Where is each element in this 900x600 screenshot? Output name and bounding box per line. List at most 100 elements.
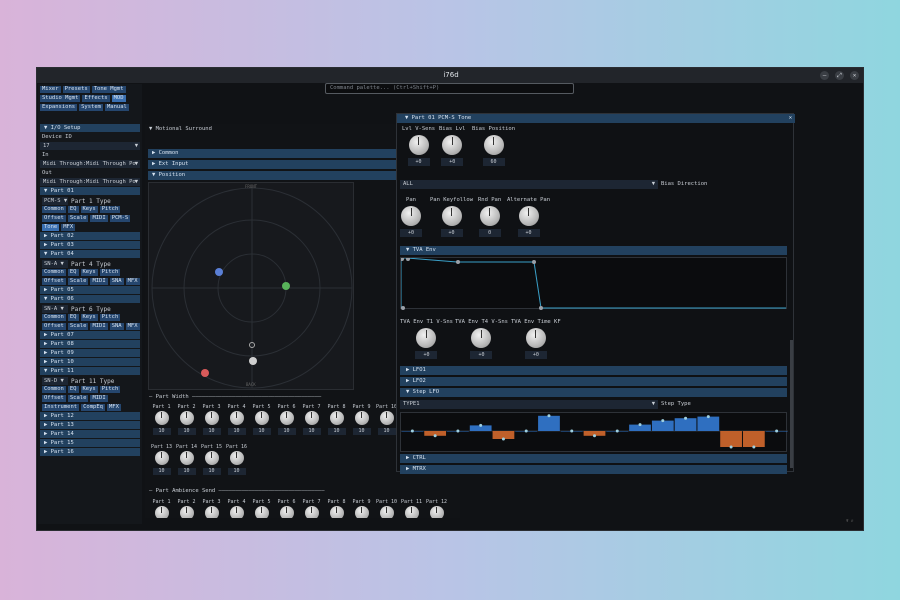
part-width-knob[interactable]: Part 13 10 — [149, 443, 174, 483]
knob-dial[interactable] — [471, 328, 492, 348]
knob-value[interactable]: 10 — [327, 428, 346, 435]
step-bar[interactable] — [538, 415, 560, 431]
menu-expansions[interactable]: Expansions — [40, 104, 78, 111]
knob-value[interactable]: 10 — [152, 468, 171, 475]
instrument-button[interactable]: Instrument — [42, 404, 80, 411]
knob-dial[interactable] — [525, 328, 546, 348]
ambience-knob[interactable]: Part 12 — [424, 498, 449, 518]
step-handle[interactable] — [752, 445, 756, 449]
step-handle[interactable] — [615, 429, 619, 433]
knob-dial[interactable] — [441, 206, 462, 226]
offset-button[interactable]: Offset — [42, 278, 66, 285]
knob-value[interactable]: +0 — [407, 158, 430, 166]
step-handle[interactable] — [456, 429, 460, 433]
step-handle[interactable] — [684, 416, 688, 420]
ambience-knob[interactable]: Part 8 — [324, 498, 349, 518]
knob-dial[interactable] — [179, 451, 194, 465]
part-10-header[interactable]: ▶ Part 10 — [40, 358, 140, 366]
knob-value[interactable]: 0 — [478, 229, 501, 237]
knob-value[interactable]: 10 — [177, 468, 196, 475]
part-04-header[interactable]: ▼ Part 04 — [40, 250, 140, 258]
part-12-header[interactable]: ▶ Part 12 — [40, 412, 140, 420]
part-width-knob[interactable]: Part 3 10 — [199, 403, 224, 443]
position-section[interactable]: ▼ Position — [148, 171, 398, 180]
keys-button[interactable]: Keys — [80, 206, 98, 213]
knob-dial[interactable] — [179, 411, 194, 425]
knob-dial[interactable] — [229, 451, 244, 465]
knob-value[interactable]: 10 — [152, 428, 171, 435]
eq-button[interactable]: EQ — [67, 206, 79, 213]
part-width-knob[interactable]: Part 4 10 — [224, 403, 249, 443]
common-button[interactable]: Common — [42, 386, 66, 393]
step-bar[interactable] — [697, 416, 720, 431]
ext-input-section[interactable]: ▶ Ext Input — [148, 160, 398, 169]
scale-button[interactable]: Scale — [67, 323, 89, 330]
pitch-button[interactable]: Pitch — [99, 314, 121, 321]
step-handle[interactable] — [570, 429, 574, 433]
ambience-knob[interactable]: Part 2 — [174, 498, 199, 518]
mtrx-section[interactable]: ▶ MTRX — [400, 465, 787, 474]
tva-env-t4-knob[interactable]: TVA Env T4 V-Sns +0 — [455, 318, 508, 359]
knob-dial[interactable] — [401, 206, 421, 226]
command-palette-input[interactable]: Command palette... (Ctrl+Shift+P) — [325, 83, 574, 94]
motional-surround-header[interactable]: ▼ Motional Surround — [149, 126, 212, 132]
step-lfo-section[interactable]: ▼ Step LFO — [400, 388, 787, 397]
bias-direction-combo[interactable]: ALL ▼ — [400, 180, 658, 189]
mfx-button[interactable]: MFX — [61, 224, 76, 231]
knob-dial[interactable] — [518, 206, 539, 226]
tone-button[interactable]: Tone — [42, 224, 60, 231]
part-11-header[interactable]: ▼ Part 11 — [40, 367, 140, 375]
sna-button[interactable]: SNA — [109, 278, 124, 285]
knob-value[interactable]: +0 — [524, 351, 547, 359]
knob-value[interactable]: +0 — [470, 351, 493, 359]
step-bar[interactable] — [651, 420, 674, 431]
knob-value[interactable]: 10 — [302, 428, 321, 435]
sna-button[interactable]: SNA — [109, 323, 124, 330]
step-handle[interactable] — [501, 437, 505, 441]
maximize-icon[interactable]: ⤢ — [835, 71, 844, 80]
part-4-type-combo[interactable]: SN-A ▼ — [42, 260, 68, 268]
menu-system[interactable]: System — [79, 104, 103, 111]
tva-env-graph[interactable] — [400, 257, 787, 310]
part-width-knob[interactable]: Part 7 10 — [299, 403, 324, 443]
common-section[interactable]: ▶ Common — [148, 149, 398, 158]
knob-value[interactable]: 60 — [482, 158, 505, 166]
out-combo[interactable]: Midi Through:Midi Through Po ▼ — [40, 178, 140, 186]
knob-dial[interactable] — [204, 411, 219, 425]
bias-lvl-knob[interactable]: Bias Lvl +0 — [439, 125, 466, 166]
part-15-header[interactable]: ▶ Part 15 — [40, 439, 140, 447]
ambience-knob[interactable]: Part 7 — [299, 498, 324, 518]
pitch-button[interactable]: Pitch — [99, 206, 121, 213]
lvl-vsens-knob[interactable]: Lvl V-Sens +0 — [402, 125, 435, 166]
eq-button[interactable]: EQ — [67, 269, 79, 276]
ambience-knob[interactable]: Part 11 — [399, 498, 424, 518]
part-07-header[interactable]: ▶ Part 07 — [40, 331, 140, 339]
part-6-type-combo[interactable]: SN-A ▼ — [42, 305, 68, 313]
tva-env-time-kf-knob[interactable]: TVA Env Time KF +0 — [511, 318, 561, 359]
part-width-knob[interactable]: Part 16 10 — [224, 443, 249, 483]
part-05-header[interactable]: ▶ Part 05 — [40, 286, 140, 294]
scale-button[interactable]: Scale — [67, 278, 89, 285]
ambience-knob[interactable]: Part 9 — [349, 498, 374, 518]
part-02-header[interactable]: ▶ Part 02 — [40, 232, 140, 240]
keys-button[interactable]: Keys — [80, 386, 98, 393]
ambience-knob[interactable]: Part 10 — [374, 498, 399, 518]
knob-dial[interactable] — [429, 506, 444, 518]
pan-knob[interactable]: Pan +0 — [400, 196, 422, 237]
mfx-button[interactable]: MFX — [125, 323, 140, 330]
offset-button[interactable]: Offset — [42, 215, 66, 222]
pitch-button[interactable]: Pitch — [99, 269, 121, 276]
part-position-dot[interactable] — [282, 282, 290, 290]
ctrl-section[interactable]: ▶ CTRL — [400, 454, 787, 463]
ambience-knob[interactable]: Part 1 — [149, 498, 174, 518]
knob-dial[interactable] — [279, 411, 294, 425]
part-16-header[interactable]: ▶ Part 16 — [40, 448, 140, 456]
knob-dial[interactable] — [154, 451, 169, 465]
menu-manual[interactable]: Manual — [105, 104, 129, 111]
knob-dial[interactable] — [416, 328, 437, 348]
tone-editor-title[interactable]: ▼ Part 01 PCM-S Tone ✕ — [397, 114, 795, 123]
scale-button[interactable]: Scale — [67, 215, 89, 222]
knob-dial[interactable] — [329, 411, 344, 425]
tva-env-section[interactable]: ▼ TVA Env — [400, 246, 787, 255]
knob-dial[interactable] — [254, 411, 269, 425]
